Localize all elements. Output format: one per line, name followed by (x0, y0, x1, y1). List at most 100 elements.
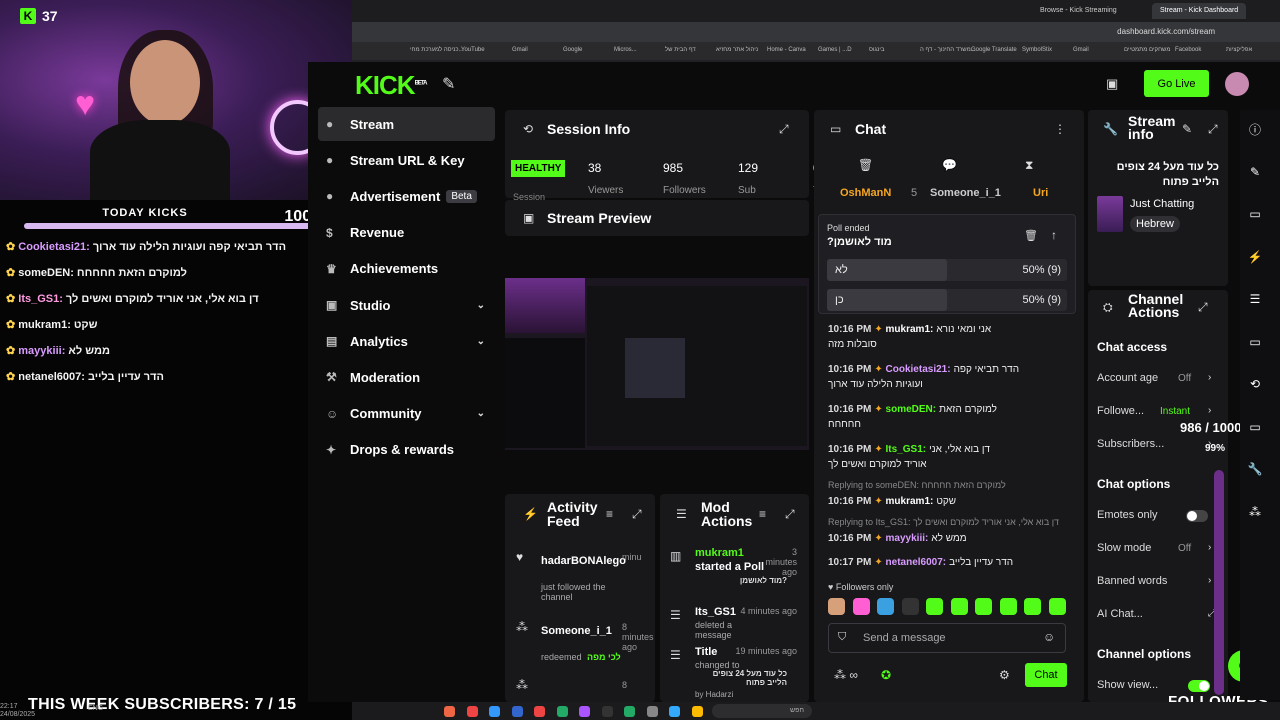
chat-access-label[interactable]: Account age (1097, 372, 1158, 384)
sidebar-list-icon[interactable]: ☰ (1243, 287, 1267, 311)
mod-user[interactable]: mukram1 (695, 547, 744, 559)
poll-delete-icon[interactable]: 🗑 (1024, 229, 1038, 242)
bookmark-item[interactable]: ניהול אתר מחזיא (716, 47, 758, 53)
sidebar-chat-icon[interactable]: ▭ (1243, 330, 1267, 354)
tab-dashboard[interactable]: Stream - Kick Dashboard (1152, 3, 1247, 19)
chat-option-label[interactable]: AI Chat... (1097, 608, 1143, 620)
taskbar-app-icon[interactable] (534, 706, 545, 717)
stream-preview-video[interactable] (505, 278, 809, 450)
chat-menu-icon[interactable]: ⋮ (1054, 122, 1066, 136)
emote-icon[interactable] (1048, 598, 1066, 615)
taskbar-app-icon[interactable] (579, 706, 590, 717)
taskbar-app-icon[interactable] (466, 706, 478, 717)
chat-user[interactable]: someDEN: (886, 404, 937, 415)
sidebar-item[interactable]: ● Stream (318, 107, 495, 141)
chevron-down-icon[interactable]: ⌄ (477, 408, 485, 419)
chat-bubble-icon[interactable]: 💬 (942, 158, 957, 172)
points-icon[interactable]: ⁂ ∞ (834, 668, 858, 682)
bookmark-item[interactable]: Google (563, 47, 582, 53)
sidebar-card-icon[interactable]: ▭ (1243, 415, 1267, 439)
taskbar-app-icon[interactable] (489, 706, 500, 717)
studio-icon[interactable]: ▣ (1106, 76, 1118, 92)
bookmark-item[interactable]: דף הבית של (665, 47, 696, 53)
bookmark-item[interactable]: SymbolStix (1022, 47, 1052, 53)
sidebar-apps-icon[interactable]: ⁂ (1243, 500, 1267, 524)
taskbar-app-icon[interactable] (646, 706, 658, 717)
emote-icon[interactable] (926, 598, 943, 615)
bookmark-item[interactable]: Micros... (614, 47, 637, 53)
mod-user[interactable]: Its_GS1 (695, 606, 736, 618)
chevron-down-icon[interactable]: ⌄ (477, 300, 485, 311)
browser-urlbar[interactable]: dashboard.kick.com/stream (352, 22, 1280, 42)
bookmark-item[interactable]: אפליקציות (1226, 47, 1252, 53)
bookmark-item[interactable]: בינגוס (869, 47, 885, 53)
shield-icon[interactable]: ⛉ (838, 631, 846, 644)
sidebar-item[interactable]: ☺ Community ⌄ (318, 397, 495, 431)
chat-access-label[interactable]: Followe... (1097, 405, 1144, 417)
chat-option-label[interactable]: Emotes only (1097, 509, 1158, 521)
sidebar-item[interactable]: ▤ Analytics ⌄ (318, 324, 495, 358)
emote-icon[interactable] (1024, 598, 1041, 615)
emote-icon[interactable] (828, 598, 845, 615)
trash-icon[interactable]: 🗑 (858, 158, 873, 172)
pinned-user[interactable]: Someone_i_1 (930, 187, 1001, 199)
bookmark-item[interactable]: Gmail (1073, 47, 1089, 53)
bookmark-item[interactable]: Google Translate (971, 47, 1017, 53)
url-text[interactable]: dashboard.kick.com/stream (1117, 27, 1215, 36)
chevron-down-icon[interactable]: ⌄ (477, 336, 485, 347)
chat-settings-icon[interactable]: ⚙ (999, 668, 1010, 682)
pinned-user[interactable]: Uri (1033, 187, 1048, 199)
emote-icon[interactable] (975, 598, 992, 615)
kick-emote-icon[interactable]: ✪ (881, 668, 891, 682)
expand-icon[interactable]: ⤢ (779, 122, 789, 137)
chat-user[interactable]: mukram1: (886, 324, 934, 335)
bookmark-item[interactable]: YouTube (461, 47, 485, 53)
chat-user[interactable]: Its_GS1: (886, 444, 927, 455)
filter-icon[interactable]: ≡ (606, 507, 613, 521)
sidebar-item[interactable]: ▣ Studio ⌄ (318, 288, 495, 322)
poll-collapse-icon[interactable]: ↑ (1051, 228, 1057, 242)
chat-input[interactable]: Send a message (828, 623, 1066, 653)
taskbar-app-icon[interactable] (691, 706, 703, 717)
taskbar-app-icon[interactable] (556, 706, 568, 717)
sidebar-panel-icon[interactable]: ▭ (1243, 202, 1267, 226)
taskbar-app-icon[interactable] (511, 706, 523, 717)
sidebar-item[interactable]: ⚒ Moderation (318, 360, 495, 394)
show-view-label[interactable]: Show view... (1097, 679, 1158, 691)
activity-expand-icon[interactable]: ⤢ (632, 507, 642, 522)
sidebar-info-icon[interactable]: ⓘ (1243, 117, 1267, 141)
emote-icon[interactable] (950, 598, 968, 615)
sidebar-edit-icon[interactable]: ✎ (1243, 160, 1267, 184)
taskbar-search[interactable]: חפש (712, 704, 812, 718)
hourglass-icon[interactable]: ⧗ (1025, 158, 1033, 173)
chat-user[interactable]: Cookietasi21: (886, 364, 951, 375)
taskbar-app-icon[interactable] (444, 706, 455, 717)
chevron-right-icon[interactable]: › (1208, 405, 1211, 416)
sidebar-sync-icon[interactable]: ⟲ (1243, 372, 1267, 396)
bookmark-item[interactable]: Home - Canva (767, 47, 806, 53)
chat-send-button[interactable]: Chat (1025, 663, 1067, 687)
chat-option-label[interactable]: Banned words (1097, 575, 1167, 587)
avatar[interactable] (1225, 72, 1249, 96)
category-name[interactable]: Just Chatting (1130, 198, 1194, 210)
emote-icon[interactable] (852, 598, 870, 615)
bookmark-item[interactable]: Games | ...D (818, 47, 852, 53)
pin-icon[interactable]: ✎ (442, 74, 455, 94)
chat-user[interactable]: mukram1: (886, 496, 934, 507)
sidebar-bolt-icon[interactable]: ⚡ (1243, 245, 1267, 269)
stream-info-expand-icon[interactable]: ⤢ (1208, 122, 1218, 137)
mod-expand-icon[interactable]: ⤢ (785, 507, 795, 522)
chat-user[interactable]: mayykiii: (886, 533, 929, 544)
emoji-icon[interactable]: ☺ (1043, 630, 1055, 644)
activity-user[interactable]: hadarBONAlego (541, 555, 626, 567)
emotes-only-toggle[interactable] (1186, 510, 1208, 522)
bookmark-item[interactable]: Gmail (512, 47, 528, 53)
sidebar-item[interactable]: ✦ Drops & rewards (318, 433, 495, 467)
kick-logo[interactable]: KICKBETA (355, 70, 427, 101)
chat-option-label[interactable]: Slow mode (1097, 542, 1151, 554)
taskbar-app-icon[interactable] (601, 706, 613, 717)
mod-filter-icon[interactable]: ≡ (759, 507, 766, 521)
chat-user[interactable]: netanel6007: (886, 557, 947, 568)
bookmark-item[interactable]: Facebook (1175, 47, 1201, 53)
sidebar-item[interactable]: ● Stream URL & Key (318, 143, 495, 177)
